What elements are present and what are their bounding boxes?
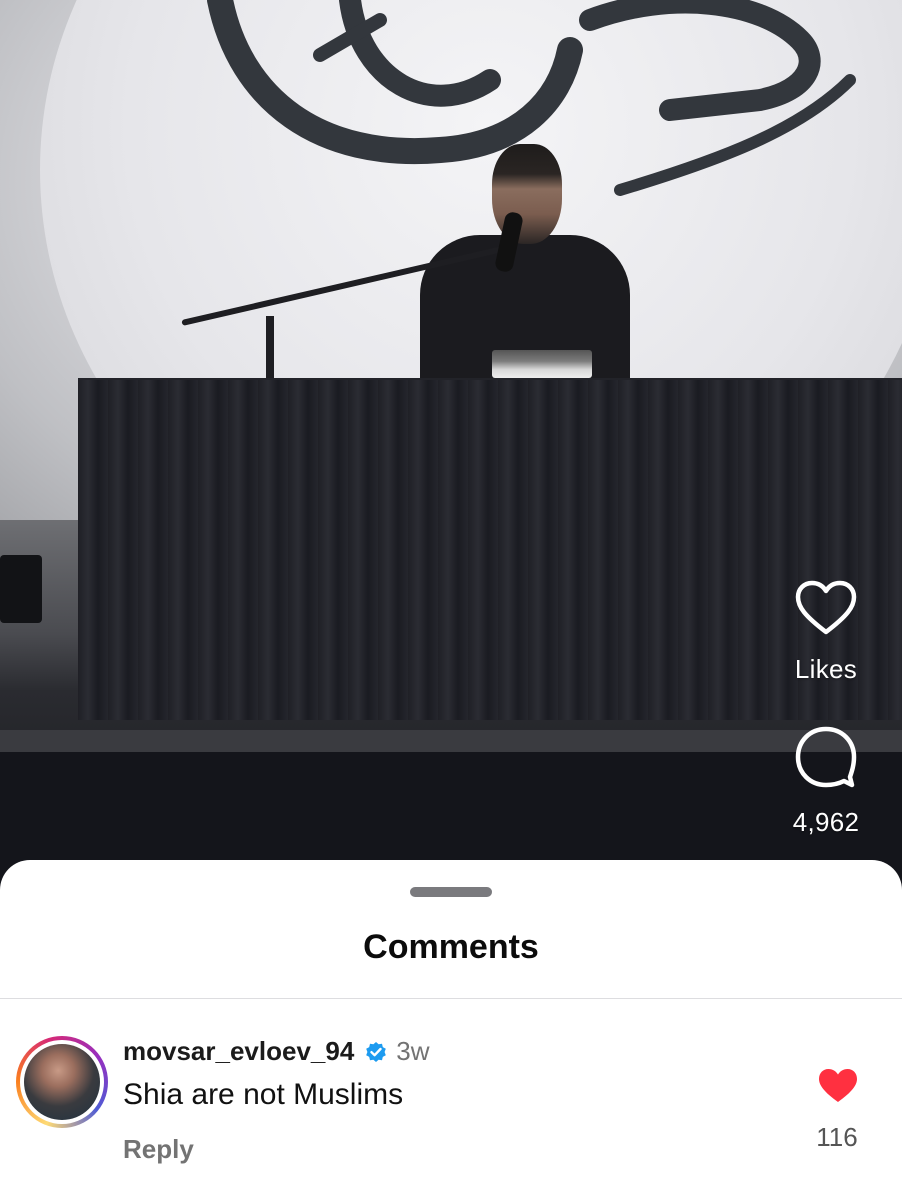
stage-light: [0, 555, 42, 623]
reel-actions: Likes 4,962: [786, 580, 866, 878]
comment-bubble-icon[interactable]: [794, 725, 858, 789]
draped-table: [78, 380, 902, 720]
comment-text: Shia are not Muslims: [123, 1078, 404, 1111]
verified-badge-icon: [366, 1041, 387, 1062]
books: [492, 350, 592, 378]
avatar-story-ring[interactable]: [16, 1036, 108, 1128]
like-action[interactable]: Likes: [786, 580, 866, 685]
comment-like-count: 116: [816, 1122, 858, 1152]
likes-label: Likes: [794, 654, 858, 684]
comment-username[interactable]: movsar_evloev_94: [123, 1036, 354, 1067]
heart-outline-icon[interactable]: [795, 580, 857, 636]
comment-header: movsar_evloev_94 3w: [123, 1036, 430, 1067]
reel-video[interactable]: Likes 4,962: [0, 0, 902, 900]
comments-sheet: Comments movsar_evloev_94 3w Shia are no…: [0, 860, 902, 1200]
sheet-grabber[interactable]: [410, 887, 492, 897]
comment-time: 3w: [396, 1036, 430, 1066]
avatar[interactable]: [24, 1044, 100, 1120]
sheet-title: Comments: [363, 928, 539, 966]
stage-edge: [0, 730, 902, 752]
reply-button[interactable]: Reply: [123, 1134, 194, 1165]
comment-item: movsar_evloev_94 3w Shia are not Muslims…: [0, 1032, 902, 1182]
comments-count: 4,962: [792, 807, 860, 837]
mic-pole: [266, 316, 274, 382]
heart-filled-icon[interactable]: [818, 1068, 858, 1104]
divider: [0, 998, 902, 999]
comment-action[interactable]: 4,962: [786, 725, 866, 838]
